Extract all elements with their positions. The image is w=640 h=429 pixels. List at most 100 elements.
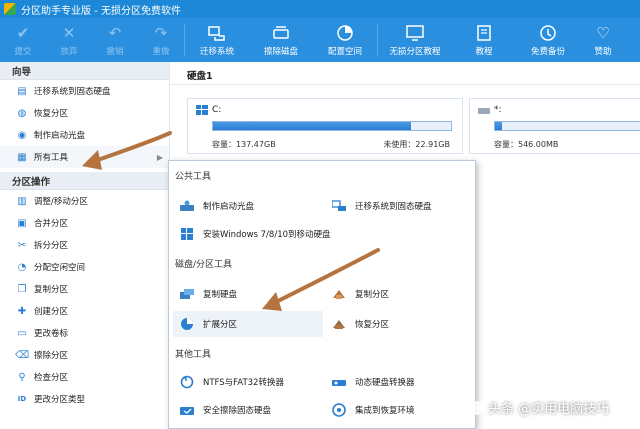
free-backup-button[interactable]: 免费备份 — [516, 18, 580, 62]
sidebar-item-create[interactable]: ✚ 创建分区 — [0, 300, 169, 322]
copy-disk-icon — [179, 287, 195, 301]
recover-partition-icon — [331, 317, 347, 331]
tool-install-windows[interactable]: 安装Windows 7/8/10到移动硬盘 — [173, 221, 473, 247]
create-icon: ✚ — [17, 305, 27, 317]
sidebar: 向导 ▤ 迁移系统到固态硬盘 ◍ 恢复分区 ◉ 制作启动光盘 ▦ 所有工具 ▶ … — [0, 62, 170, 429]
sidebar-item-allocate[interactable]: ◔ 分配空闲空间 — [0, 256, 169, 278]
allocate-icon: ◔ — [17, 261, 27, 273]
tool-copy-partition[interactable]: 复制分区 — [325, 281, 473, 307]
watermark: 头条 @实用电脑技巧 — [470, 398, 609, 417]
drive-icon — [478, 108, 490, 114]
tool-recover-partition[interactable]: 恢复分区 — [325, 311, 473, 337]
tool-boot-disc[interactable]: 制作启动光盘 — [173, 193, 323, 219]
migrate-os-icon — [208, 23, 226, 43]
sidebar-item-resize[interactable]: ▥ 调整/移动分区 — [0, 190, 169, 212]
wizard-section-title: 向导 — [0, 62, 169, 80]
submenu-arrow-icon: ▶ — [156, 152, 163, 162]
toolbar: ✔ 提交 ✕ 放弃 ↶ 撤销 ↷ 重做 迁移系统 擦除磁盘 配置空间 无损分区教 — [0, 18, 640, 62]
tool-dynamic-disk[interactable]: 动态硬盘转换器 — [325, 369, 473, 395]
usage-bar — [494, 121, 640, 131]
sidebar-item-boot-disc[interactable]: ◉ 制作启动光盘 — [0, 124, 169, 146]
sidebar-item-all-tools[interactable]: ▦ 所有工具 ▶ — [0, 146, 169, 168]
split-icon: ✂ — [17, 239, 27, 251]
usage-bar — [212, 121, 452, 131]
resize-icon: ▥ — [17, 195, 27, 207]
extend-partition-icon — [179, 317, 195, 331]
partition-name: *: — [494, 105, 502, 115]
tool-ntfs-fat32[interactable]: NTFS与FAT32转换器 — [173, 369, 323, 395]
tool-recovery-env[interactable]: 集成到恢复环境 — [325, 397, 473, 423]
copy-partition-icon — [331, 287, 347, 301]
book-icon — [476, 23, 492, 43]
x-icon: ✕ — [62, 23, 76, 42]
migrate-os-button[interactable]: 迁移系统 — [185, 18, 249, 62]
dynamic-disk-icon — [331, 375, 347, 389]
check-partition-icon: ⚲ — [18, 371, 26, 383]
allocate-space-button[interactable]: 配置空间 — [313, 18, 377, 62]
boot-disc-icon — [179, 199, 195, 213]
redo-button[interactable]: ↷ 重做 — [138, 18, 184, 62]
redo-icon: ↷ — [154, 23, 168, 42]
group-other-title: 其他工具 — [175, 350, 212, 360]
sidebar-item-change-type[interactable]: ID 更改分区类型 — [0, 388, 169, 410]
guide-button[interactable]: 教程 — [452, 18, 516, 62]
tool-secure-erase-ssd[interactable]: 安全擦除固态硬盘 — [173, 397, 323, 423]
convert-icon — [179, 375, 195, 389]
usage-fill — [495, 122, 503, 130]
windows-icon — [196, 105, 208, 115]
commit-button[interactable]: ✔ 提交 — [0, 18, 46, 62]
erase-icon: ⌫ — [14, 349, 30, 361]
partition-name: C: — [212, 105, 222, 115]
discard-button[interactable]: ✕ 放弃 — [46, 18, 92, 62]
partition-capacity: 容量：546.00MB — [494, 140, 559, 149]
windows-icon — [179, 227, 195, 241]
group-common-title: 公共工具 — [175, 172, 212, 182]
grid-icon: ▦ — [17, 151, 27, 163]
sidebar-item-check[interactable]: ⚲ 检查分区 — [0, 366, 169, 388]
undo-icon: ↶ — [108, 23, 122, 42]
partition-capacity: 容量：137.47GB — [212, 140, 276, 149]
tool-migrate-ssd[interactable]: 迁移系统到固态硬盘 — [325, 193, 473, 219]
tutorial-button[interactable]: 无损分区教程 — [378, 18, 452, 62]
backup-icon — [539, 23, 557, 43]
allocate-space-icon — [336, 23, 354, 43]
recovery-env-icon — [331, 403, 347, 417]
group-disk-title: 磁盘/分区工具 — [175, 260, 233, 270]
tutorial-icon — [406, 23, 424, 43]
wipe-disk-button[interactable]: 擦除磁盘 — [249, 18, 313, 62]
disk-title: 硬盘1 — [187, 71, 213, 82]
sidebar-item-recover-partition[interactable]: ◍ 恢复分区 — [0, 102, 169, 124]
undo-button[interactable]: ↶ 撤销 — [92, 18, 138, 62]
boot-disc-icon: ◉ — [17, 129, 27, 141]
sidebar-item-migrate-ssd[interactable]: ▤ 迁移系统到固态硬盘 — [0, 80, 169, 102]
sidebar-item-label[interactable]: ▭ 更改卷标 — [0, 322, 169, 344]
partition-star[interactable]: *: 容量：546.00MB — [469, 98, 640, 154]
secure-erase-icon — [179, 403, 195, 417]
migrate-ssd-icon: ▤ — [17, 85, 27, 97]
label-icon: ▭ — [17, 327, 27, 339]
partition-unused: 未使用：22.91GB — [383, 140, 450, 149]
id-icon: ID — [17, 395, 27, 403]
tool-copy-disk[interactable]: 复制硬盘 — [173, 281, 323, 307]
heart-icon: ♡ — [596, 23, 610, 42]
window-title: 分区助手专业版 - 无损分区免费软件 — [21, 5, 181, 17]
recover-partition-icon: ◍ — [17, 107, 27, 119]
divider — [171, 84, 640, 85]
all-tools-popup: 公共工具 制作启动光盘 迁移系统到固态硬盘 安装Windows 7/8/10到移… — [168, 160, 476, 429]
ops-section-title: 分区操作 — [0, 172, 169, 190]
partition-c[interactable]: C: 容量：137.47GB 未使用：22.91GB — [187, 98, 463, 154]
sidebar-item-split[interactable]: ✂ 拆分分区 — [0, 234, 169, 256]
tool-extend-partition[interactable]: 扩展分区 — [173, 311, 323, 337]
usage-fill — [213, 122, 411, 130]
check-icon: ✔ — [16, 23, 30, 42]
copy-icon: ❐ — [17, 283, 27, 295]
watermark-logo-icon — [470, 400, 484, 415]
sidebar-item-erase[interactable]: ⌫ 擦除分区 — [0, 344, 169, 366]
title-bar: 分区助手专业版 - 无损分区免费软件 — [0, 0, 640, 18]
app-logo-icon — [4, 3, 16, 15]
sidebar-item-merge[interactable]: ▣ 合并分区 — [0, 212, 169, 234]
sponsor-button[interactable]: ♡ 赞助 — [580, 18, 626, 62]
wipe-disk-icon — [272, 23, 290, 43]
merge-icon: ▣ — [17, 217, 27, 229]
sidebar-item-copy[interactable]: ❐ 复制分区 — [0, 278, 169, 300]
